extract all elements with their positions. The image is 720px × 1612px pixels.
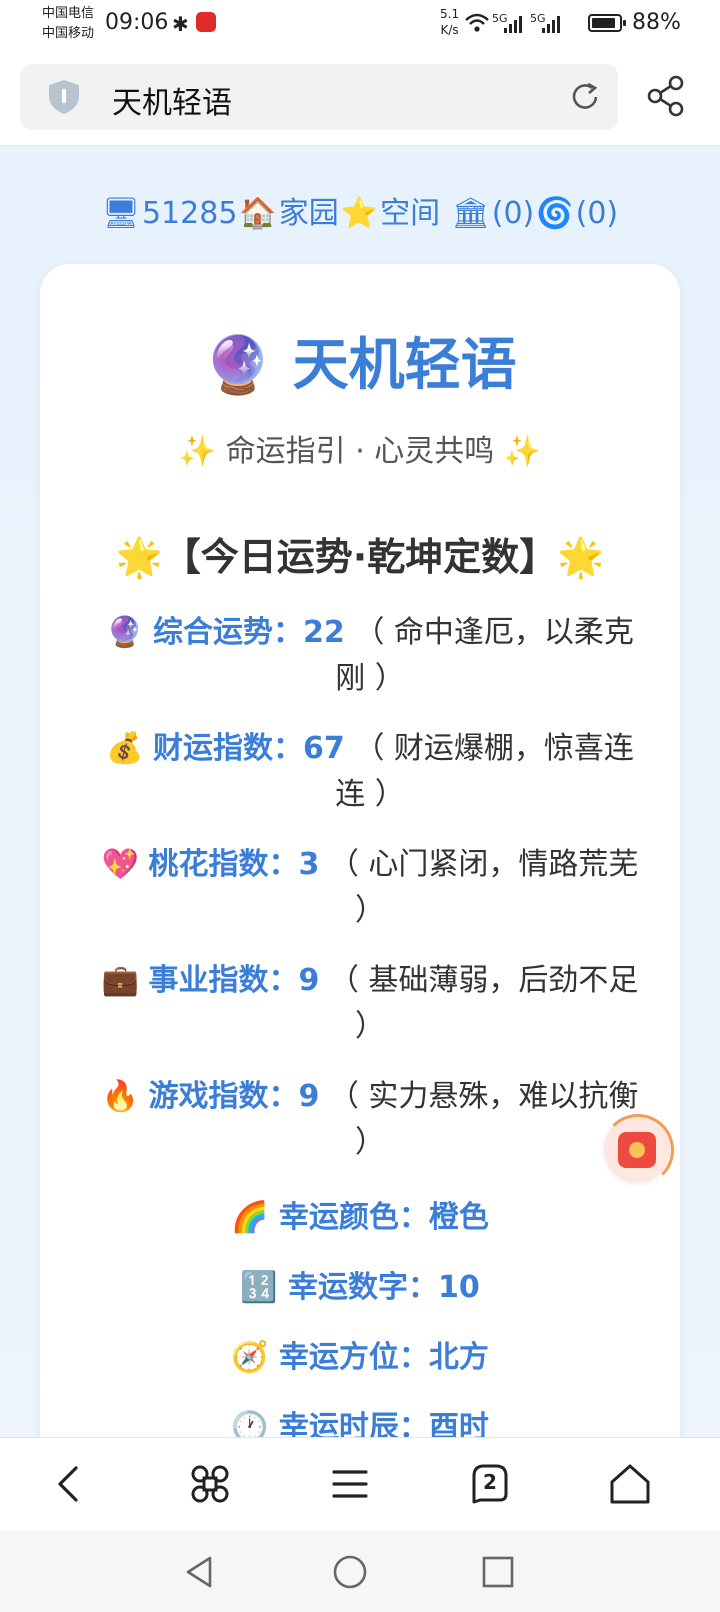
back-icon[interactable] (46, 1460, 94, 1508)
user-icon: 🖥 (101, 196, 140, 231)
fire-icon: 🔥 (101, 1079, 139, 1114)
briefcase-icon: 💼 (101, 963, 139, 998)
browser-toolbar: 2 (0, 1437, 720, 1530)
net-speed: 5.1 K/s (440, 7, 460, 37)
address-bar[interactable]: 天机轻语 (20, 64, 618, 130)
bluetooth-icon: ✱ (172, 12, 189, 36)
nav-home-icon[interactable] (330, 1552, 370, 1592)
menu-icon[interactable] (326, 1460, 374, 1508)
fortune-game: 🔥 游戏指数：9 （ 实力悬殊，难以抗衡 ） (101, 1079, 639, 1160)
clock: 09:06 (105, 10, 169, 35)
rainbow-icon: 🌈 (231, 1200, 269, 1235)
heart-icon: 💖 (101, 847, 139, 882)
lucky-time: 🕐 幸运时辰：酉时 (40, 1402, 680, 1438)
user-id-link[interactable]: 51285 (142, 196, 237, 231)
fortune-wealth: 💰 财运指数：67 （ 财运爆棚，惊喜连连 ） (106, 731, 634, 812)
clock-icon: 🕐 (231, 1410, 269, 1438)
lucky-number: 🔢 幸运数字：10 (240, 1270, 480, 1305)
web-content: 🖥51285🏠家园⭐空间 🏛(0)🌀(0) 🔮 天机轻语 ✨ 命运指引 · 心灵… (0, 146, 720, 1438)
count-link-2[interactable]: (0) (576, 196, 619, 231)
card-subtitle: ✨ 命运指引 · 心灵共鸣 ✨ (178, 434, 542, 469)
money-bag-icon: 💰 (106, 731, 144, 766)
fortune-overall: 🔮 综合运势：22 （ 命中逢厄，以柔克刚 ） (106, 615, 634, 696)
page-title[interactable]: 天机轻语 (112, 78, 232, 122)
floating-redpacket-icon[interactable] (602, 1114, 674, 1186)
share-icon[interactable] (646, 74, 686, 118)
battery-icon (588, 14, 626, 32)
top-links: 🖥51285🏠家园⭐空间 🏛(0)🌀(0) (0, 188, 720, 232)
fortune-career: 💼 事业指数：9 （ 基础薄弱，后劲不足 ） (101, 963, 639, 1044)
carrier-2: 中国移动 (42, 26, 95, 41)
app-notification-icon (196, 12, 216, 32)
lucky-direction: 🧭 幸运方位：北方 (231, 1340, 489, 1375)
pinwheel-icon: 🌀 (536, 196, 574, 231)
crystal-ball-icon: 🔮 (203, 333, 274, 398)
section-title: 🌟【今日运势·乾坤定数】🌟 (115, 535, 605, 579)
bank-icon: 🏛 (451, 196, 490, 231)
compass-icon: 🧭 (231, 1340, 269, 1375)
signal-1-icon (504, 16, 522, 33)
card-title: 🔮 天机轻语 (203, 333, 517, 398)
home-link-icon: 🏠 (239, 196, 277, 231)
shield-icon[interactable] (46, 78, 82, 116)
carrier-1: 中国电信 (42, 6, 95, 21)
wifi-icon (465, 13, 489, 32)
system-nav-bar (0, 1530, 720, 1612)
reload-icon[interactable] (568, 80, 602, 114)
tabs-count: 2 (483, 1470, 497, 1494)
carrier-info: 中国电信 中国移动 (42, 4, 94, 44)
count-link-1[interactable]: (0) (492, 196, 535, 231)
fortune-romance: 💖 桃花指数：3 （ 心门紧闭，情路荒芜 ） (101, 847, 639, 928)
star-icon: ⭐ (340, 196, 379, 231)
nav-back-icon[interactable] (180, 1552, 220, 1592)
battery-percent: 88% (632, 10, 681, 35)
home-link[interactable]: 家园 (279, 196, 339, 231)
space-link[interactable]: 空间 (380, 196, 440, 231)
home-icon[interactable] (606, 1460, 654, 1508)
tabs-icon[interactable]: 2 (466, 1460, 514, 1508)
signal-2-icon (542, 16, 560, 33)
apps-icon[interactable] (186, 1460, 234, 1508)
crystal-ball-icon: 🔮 (106, 615, 144, 650)
fortune-card: 🔮 天机轻语 ✨ 命运指引 · 心灵共鸣 ✨ 🌟【今日运势·乾坤定数】🌟 🔮 综… (40, 264, 680, 1438)
status-bar: 中国电信 中国移动 09:06 ✱ 5.1 K/s 5G 5G 88% (0, 0, 720, 52)
nav-recents-icon[interactable] (478, 1552, 518, 1592)
numbers-icon: 🔢 (240, 1270, 278, 1305)
lucky-color: 🌈 幸运颜色：橙色 (231, 1200, 489, 1235)
